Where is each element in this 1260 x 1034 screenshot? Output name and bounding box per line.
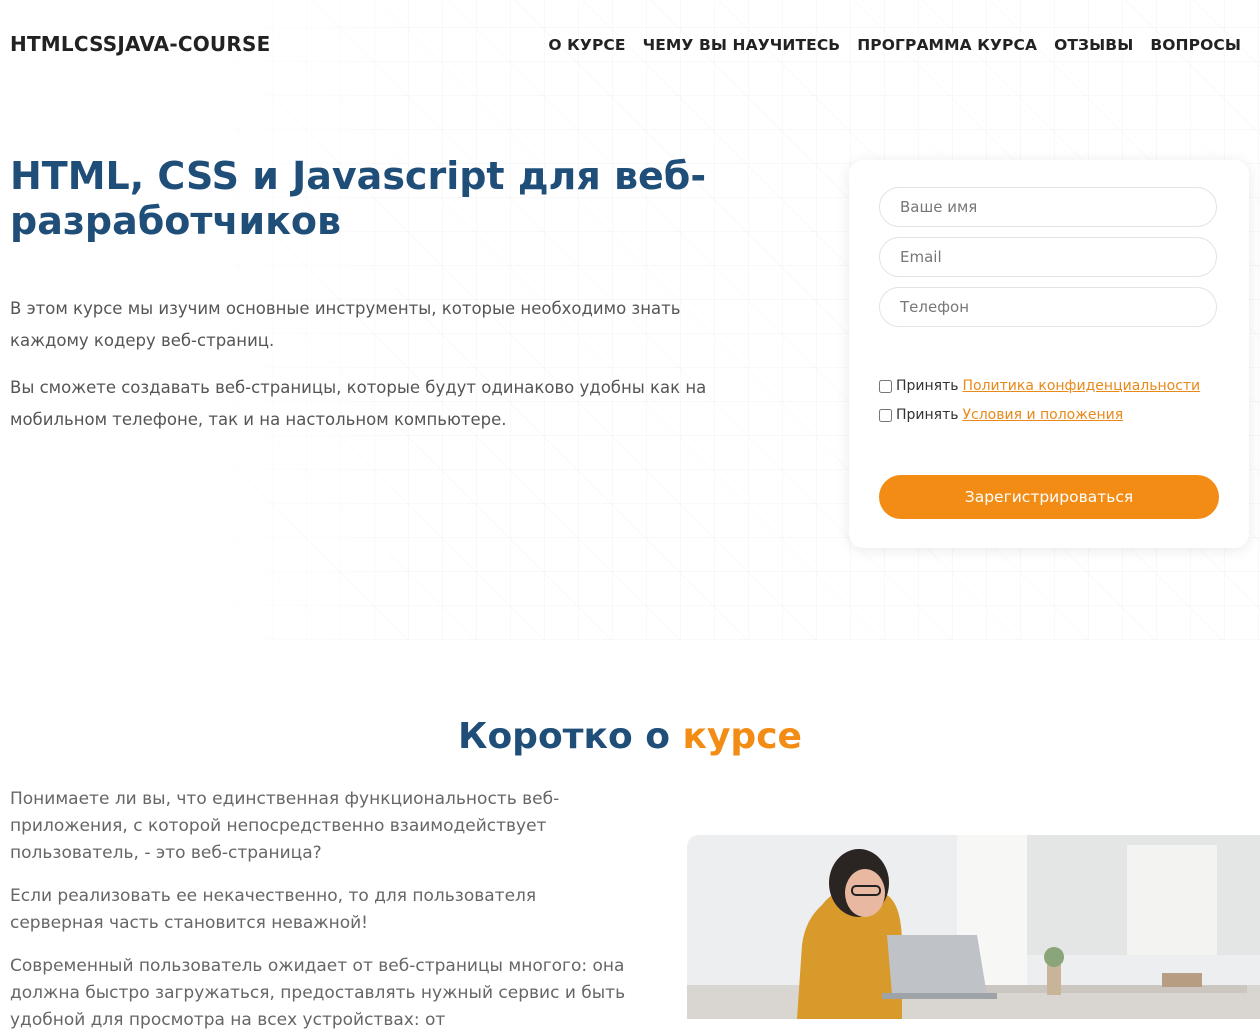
privacy-checkbox[interactable]: [879, 379, 892, 393]
hero-paragraph: Вы сможете создавать веб-страницы, котор…: [10, 378, 707, 429]
accept-label: Принять: [896, 407, 959, 423]
nav-item-reviews[interactable]: ОТЗЫВЫ: [1054, 36, 1133, 54]
hero-title: HTML, CSS и Javascript для веб-разработч…: [10, 154, 707, 243]
terms-agreement: Принять Условия и положения: [879, 407, 1123, 423]
register-button[interactable]: Зарегистрироваться: [879, 475, 1219, 519]
main-nav: О КУРСЕ ЧЕМУ ВЫ НАУЧИТЕСЬ ПРОГРАММА КУРС…: [548, 36, 1241, 54]
terms-checkbox[interactable]: [879, 408, 892, 422]
nav-item-faq[interactable]: ВОПРОСЫ: [1150, 36, 1241, 54]
about-paragraph: Если реализовать ее некачественно, то дл…: [10, 886, 537, 933]
phone-input[interactable]: [879, 287, 1217, 327]
accept-label: Принять: [896, 378, 959, 394]
course-photo: [687, 835, 1260, 1019]
woman-at-laptop-illustration: [687, 835, 1260, 1019]
terms-link[interactable]: Условия и положения: [963, 407, 1124, 423]
registration-card: Принять Политика конфиденциальности Прин…: [849, 160, 1249, 548]
about-paragraph: Современный пользователь ожидает от веб-…: [10, 956, 626, 1030]
about-paragraph: Понимаете ли вы, что единственная функци…: [10, 789, 560, 863]
nav-item-learn[interactable]: ЧЕМУ ВЫ НАУЧИТЕСЬ: [643, 36, 841, 54]
privacy-policy-link[interactable]: Политика конфиденциальности: [963, 378, 1201, 394]
privacy-agreement: Принять Политика конфиденциальности: [879, 378, 1200, 394]
email-input[interactable]: [879, 237, 1217, 277]
about-section-title: Коротко о курсе: [0, 716, 1260, 757]
site-logo[interactable]: HTMLCSSJAVA-COURSE: [10, 32, 270, 56]
name-input[interactable]: [879, 187, 1217, 227]
about-title-accent: курсе: [682, 716, 802, 757]
nav-item-program[interactable]: ПРОГРАММА КУРСА: [857, 36, 1037, 54]
about-title-main: Коротко о: [458, 716, 670, 757]
site-header: HTMLCSSJAVA-COURSE О КУРСЕ ЧЕМУ ВЫ НАУЧИ…: [0, 0, 1260, 92]
nav-item-about[interactable]: О КУРСЕ: [548, 36, 625, 54]
hero-paragraph: В этом курсе мы изучим основные инструме…: [10, 299, 681, 350]
